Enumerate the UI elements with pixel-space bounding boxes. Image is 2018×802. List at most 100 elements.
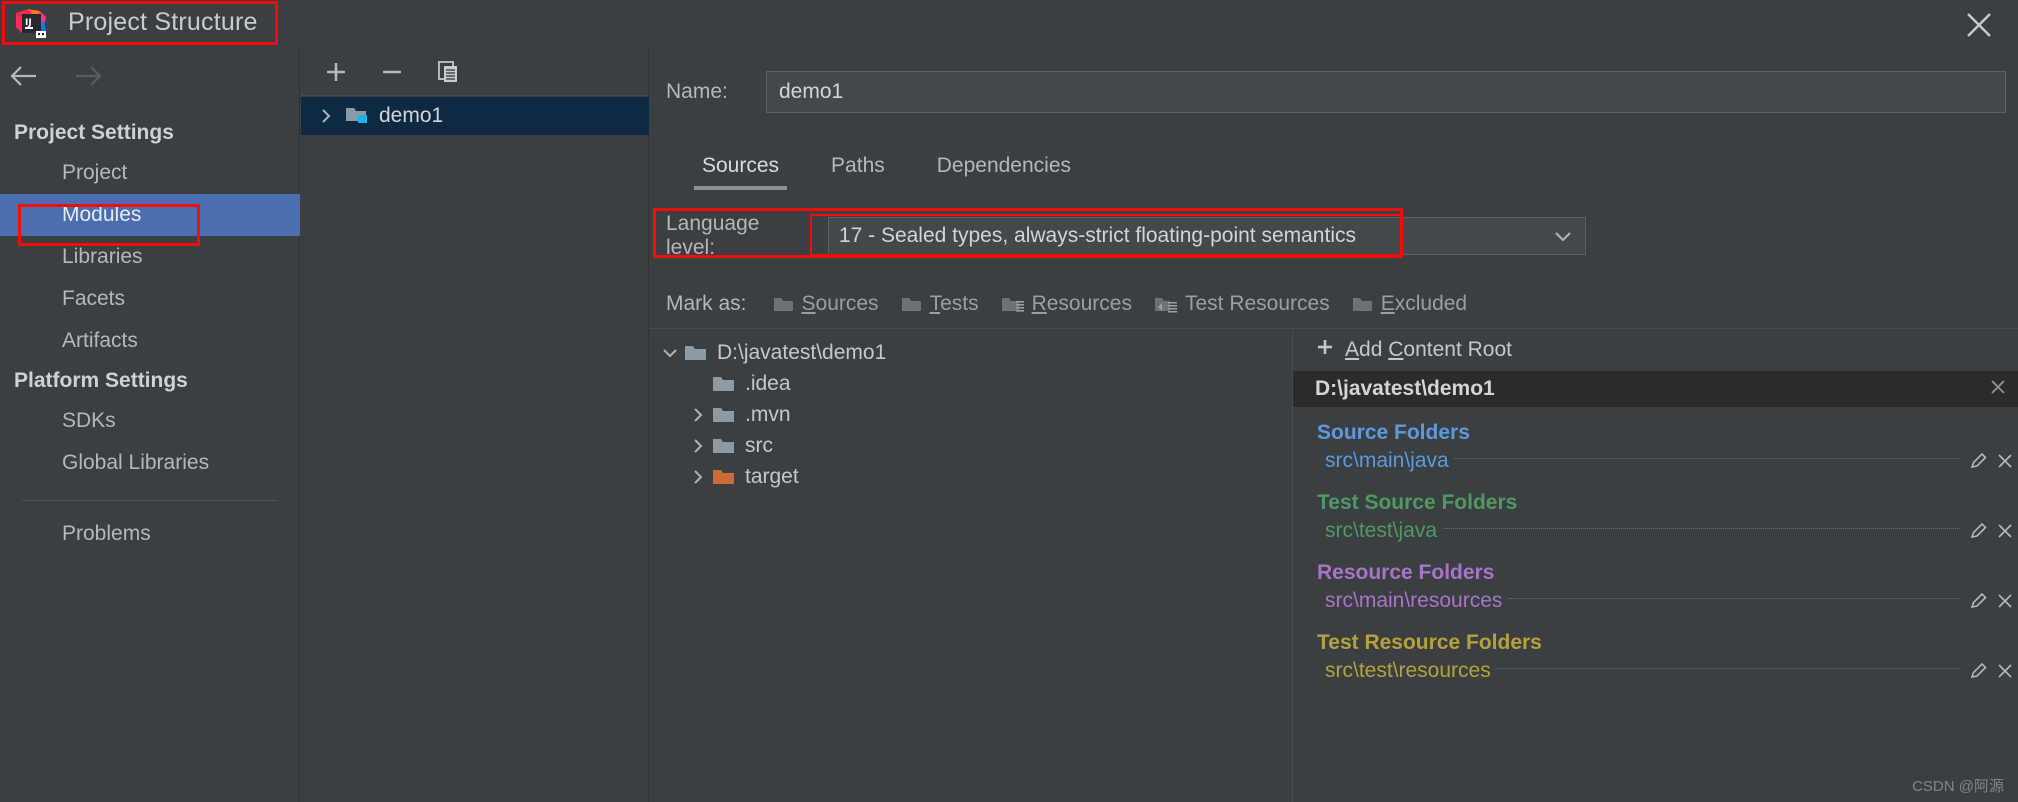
sidebar-group-platform-settings: Platform Settings [14,369,188,392]
folder-icon [684,343,708,362]
pencil-icon[interactable] [1966,591,1992,611]
path-dot-leader [1454,457,1960,459]
resources-folder-icon [1001,298,1024,312]
close-icon[interactable] [1988,377,2010,399]
category-source-folders: Source Folders [1317,421,1470,444]
sidebar-item-global-libraries[interactable]: Global Libraries [0,442,300,484]
tree-node-label: D:\javatest\demo1 [717,340,887,364]
name-label: Name: [666,80,728,103]
source-folder-path: src\main\java [1325,449,1449,472]
settings-sidebar: Project Settings Project Modules Librari… [0,48,300,802]
close-icon[interactable] [1992,662,2018,680]
language-level-label: Language level: [666,212,760,259]
chevron-down-icon[interactable] [1541,217,1585,255]
sidebar-divider [22,500,278,501]
copy-icon[interactable] [431,56,465,88]
chevron-down-icon[interactable] [656,345,684,361]
mark-as-sources-button[interactable]: Sources [773,292,879,316]
sidebar-items: Project Settings Project Modules Librari… [0,114,300,555]
window-title: Project Structure [68,8,258,36]
tree-node-mvn[interactable]: .mvn [650,399,1292,430]
test-resource-folder-row[interactable]: src\test\resources [1293,655,2018,687]
test-resources-folder-icon [1154,298,1177,313]
chevron-right-icon[interactable] [317,108,335,124]
category-test-resource-folders: Test Resource Folders [1317,631,1542,654]
mark-as-label: Mark as: [666,292,747,315]
path-dot-leader [1443,527,1960,529]
chevron-right-icon[interactable] [684,407,712,423]
modules-panel: demo1 [301,48,649,802]
module-name-row: Name: [666,70,2006,114]
mark-sources-label-rest: ources [815,292,879,315]
csdn-watermark: CSDN @阿源 [1912,778,2004,795]
resource-folder-row[interactable]: src\main\resources [1293,585,2018,617]
tree-node-content-root[interactable]: D:\javatest\demo1 [650,337,1292,368]
tree-node-label: .mvn [745,402,791,426]
mark-excluded-label-rest: xcluded [1394,292,1468,315]
sidebar-item-project[interactable]: Project [0,152,300,194]
sources-folder-icon [773,298,793,311]
path-dot-leader [1496,667,1960,669]
chevron-right-icon[interactable] [684,438,712,454]
title-bar: IJ Project Structure [0,0,2018,48]
back-arrow-icon[interactable] [8,62,42,90]
mark-test-resources-label: Test Resources [1184,292,1330,315]
tab-sources[interactable]: Sources [676,148,805,190]
folder-icon [712,405,736,424]
close-icon[interactable] [1992,522,2018,540]
tree-node-src[interactable]: src [650,430,1292,461]
path-dot-leader [1508,597,1960,599]
content-file-tree: D:\javatest\demo1 .idea .mvn src target [650,329,1293,802]
mark-as-resources-button[interactable]: Resources [1001,292,1132,316]
minus-icon[interactable] [375,56,409,88]
sidebar-item-facets[interactable]: Facets [0,278,300,320]
mark-as-tests-button[interactable]: Tests [901,292,979,316]
module-name-input[interactable] [766,71,2006,113]
mark-tests-label-rest: ests [940,292,979,315]
tab-paths[interactable]: Paths [805,148,911,190]
module-name-label: demo1 [379,104,444,127]
sidebar-item-artifacts[interactable]: Artifacts [0,320,300,362]
mark-resources-label-rest: esources [1046,292,1132,315]
tree-node-idea[interactable]: .idea [650,368,1292,399]
plus-icon[interactable] [319,56,353,88]
category-test-source-folders: Test Source Folders [1317,491,1518,514]
add-content-root-button[interactable]: Add Content Root [1293,329,2018,371]
tree-node-label: src [745,433,773,457]
mark-as-toolbar: Mark as: Sources Tests Resources Test Re… [666,286,1489,322]
source-folder-row[interactable]: src\main\java [1293,445,2018,477]
close-icon[interactable] [1992,592,2018,610]
language-level-value: 17 - Sealed types, always-strict floatin… [838,224,1356,247]
language-level-select[interactable]: 17 - Sealed types, always-strict floatin… [827,217,1586,255]
content-roots-panel: Add Content Root D:\javatest\demo1 Sourc… [1293,329,2018,802]
pencil-icon[interactable] [1966,451,1992,471]
test-resource-folder-path: src\test\resources [1325,659,1491,682]
mark-as-excluded-button[interactable]: Excluded [1352,292,1467,316]
close-icon[interactable] [1962,8,1996,42]
tab-dependencies[interactable]: Dependencies [911,148,1097,190]
content-root-path: D:\javatest\demo1 [1315,377,1495,400]
editor-tabs: Sources Paths Dependencies [676,148,1097,190]
sidebar-item-modules[interactable]: Modules [0,194,300,236]
module-editor-panel: Name: Sources Paths Dependencies Languag… [650,48,2018,802]
close-icon[interactable] [1992,452,2018,470]
sidebar-item-sdks[interactable]: SDKs [0,400,300,442]
sources-panes: D:\javatest\demo1 .idea .mvn src target … [650,328,2018,802]
test-source-folder-row[interactable]: src\test\java [1293,515,2018,547]
tests-folder-icon [901,298,921,311]
plus-icon [1315,337,1335,363]
project-structure-dialog: IJ Project Structure Project Settings Pr… [0,0,2018,802]
pencil-icon[interactable] [1966,661,1992,681]
sidebar-item-problems[interactable]: Problems [0,513,300,555]
pencil-icon[interactable] [1966,521,1992,541]
test-source-folder-path: src\test\java [1325,519,1438,542]
language-level-row: Language level: 17 - Sealed types, alway… [666,212,1586,259]
mark-as-test-resources-button[interactable]: Test Resources [1154,292,1330,316]
forward-arrow-icon[interactable] [70,62,104,90]
content-root-header: D:\javatest\demo1 [1293,371,2018,407]
category-resource-folders: Resource Folders [1317,561,1495,584]
sidebar-item-libraries[interactable]: Libraries [0,236,300,278]
tree-node-target[interactable]: target [650,461,1292,492]
chevron-right-icon[interactable] [684,469,712,485]
module-tree-item-demo1[interactable]: demo1 [301,97,649,135]
